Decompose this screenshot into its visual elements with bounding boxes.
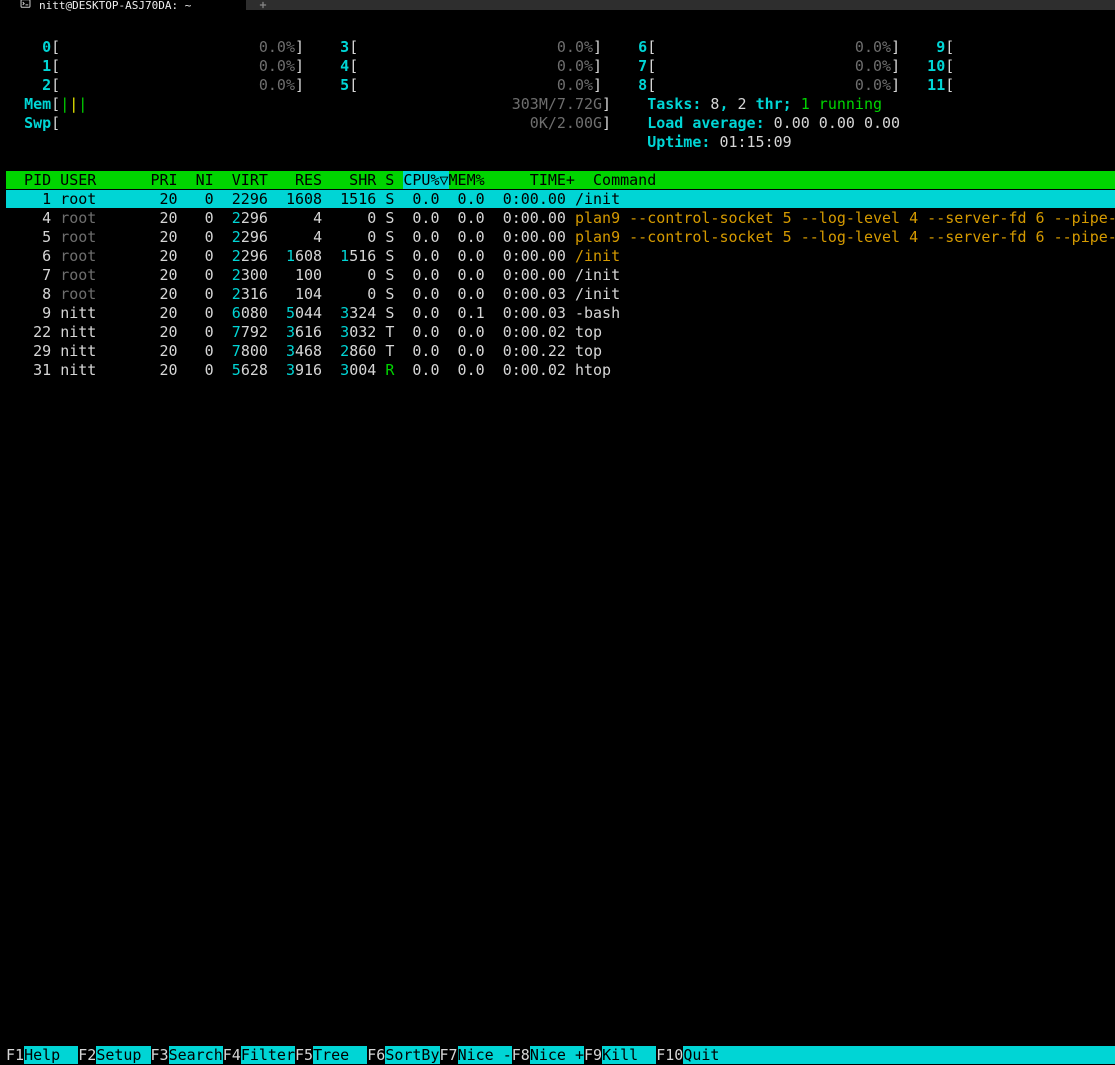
fkey-F3[interactable]: F3	[151, 1046, 169, 1064]
function-key-bar: F1Help F2Setup F3SearchF4FilterF5Tree F6…	[6, 1046, 1115, 1065]
fkey-F8[interactable]: F8	[512, 1046, 530, 1064]
fkey-F5[interactable]: F5	[295, 1046, 313, 1064]
process-row[interactable]: 6 root 20 0 2296 1608 1516 S 0.0 0.0 0:0…	[6, 247, 620, 265]
fkey-label-F3[interactable]: Search	[169, 1046, 223, 1064]
fkey-F9[interactable]: F9	[584, 1046, 602, 1064]
process-row[interactable]: 4 root 20 0 2296 4 0 S 0.0 0.0 0:00.00 p…	[6, 209, 1115, 227]
process-row[interactable]: 8 root 20 0 2316 104 0 S 0.0 0.0 0:00.03…	[6, 285, 620, 303]
fkey-label-F2[interactable]: Setup	[96, 1046, 150, 1064]
terminal-tab-active[interactable]: nitt@DESKTOP-ASJ70DA: ~	[0, 0, 246, 10]
fkey-label-F4[interactable]: Filter	[241, 1046, 295, 1064]
process-row[interactable]: 9 nitt 20 0 6080 5044 3324 S 0.0 0.1 0:0…	[6, 304, 620, 322]
fkey-label-F5[interactable]: Tree	[313, 1046, 367, 1064]
fkey-F4[interactable]: F4	[223, 1046, 241, 1064]
fkey-label-F8[interactable]: Nice +	[530, 1046, 584, 1064]
terminal-tab-bar: nitt@DESKTOP-ASJ70DA: ~	[0, 0, 1115, 10]
fkey-label-F9[interactable]: Kill	[602, 1046, 656, 1064]
process-row[interactable]: 29 nitt 20 0 7800 3468 2860 T 0.0 0.0 0:…	[6, 342, 602, 360]
new-tab-button[interactable]	[248, 0, 278, 10]
tab-title: nitt@DESKTOP-ASJ70DA: ~	[39, 0, 191, 15]
process-row[interactable]: 31 nitt 20 0 5628 3916 3004 R 0.0 0.0 0:…	[6, 361, 611, 379]
htop-terminal-output: 0[ 0.0%] 3[ 0.0%] 6[ 0.0%] 9[ 0.0%] 1[ 0…	[6, 38, 1115, 1046]
fkey-label-F1[interactable]: Help	[24, 1046, 78, 1064]
fkey-label-F7[interactable]: Nice -	[458, 1046, 512, 1064]
process-row[interactable]: 7 root 20 0 2300 100 0 S 0.0 0.0 0:00.00…	[6, 266, 620, 284]
fkey-F10[interactable]: F10	[656, 1046, 683, 1064]
process-row[interactable]: 22 nitt 20 0 7792 3616 3032 T 0.0 0.0 0:…	[6, 323, 602, 341]
fkey-F6[interactable]: F6	[367, 1046, 385, 1064]
process-row-selected[interactable]: 1 root 20 0 2296 1608 1516 S 0.0 0.0 0:0…	[6, 190, 1115, 208]
fkey-label-F10[interactable]: Quit	[683, 1046, 737, 1064]
terminal-icon	[20, 0, 31, 15]
fkey-F1[interactable]: F1	[6, 1046, 24, 1064]
fkey-label-F6[interactable]: SortBy	[385, 1046, 439, 1064]
process-row[interactable]: 5 root 20 0 2296 4 0 S 0.0 0.0 0:00.00 p…	[6, 228, 1115, 246]
fkey-F2[interactable]: F2	[78, 1046, 96, 1064]
fkey-F7[interactable]: F7	[440, 1046, 458, 1064]
